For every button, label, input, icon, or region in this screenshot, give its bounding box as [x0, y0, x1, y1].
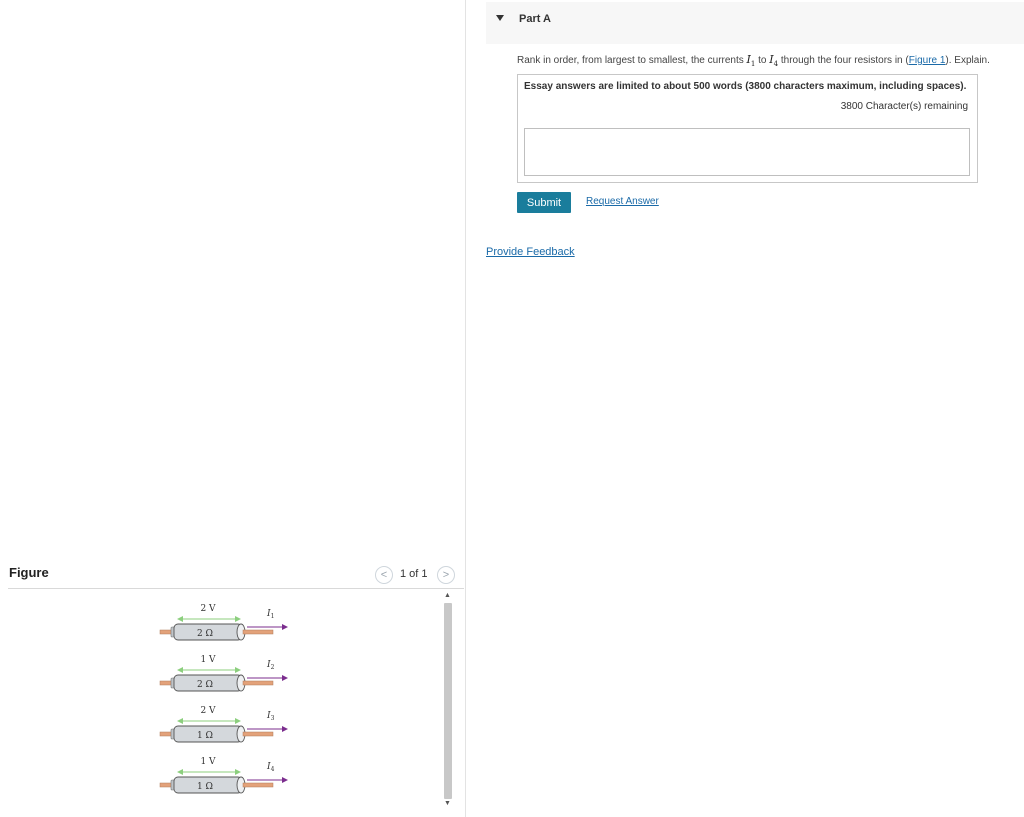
scroll-down-icon[interactable]: ▼ [444, 800, 451, 807]
scroll-up-icon[interactable]: ▲ [444, 592, 451, 599]
essay-answer-box: Essay answers are limited to about 500 w… [517, 74, 978, 183]
figure-pager-count: 1 of 1 [400, 568, 428, 580]
current-label: I2 [266, 660, 275, 671]
resistor-figure: 2 V 2 Ω I1 1 V 2 Ω I2 2 V 1 Ω I3 1 V 1 Ω I4 [159, 604, 288, 794]
voltage-label: 2 V [200, 706, 216, 716]
resistance-label: 1 Ω [197, 782, 213, 792]
right-wire [242, 680, 274, 686]
resistance-label: 2 Ω [197, 629, 213, 639]
essay-limit-note: Essay answers are limited to about 500 w… [524, 81, 967, 92]
figure-scrollbar[interactable]: ▲ ▼ [441, 590, 455, 812]
voltage-label: 1 V [200, 757, 216, 767]
panel-divider [465, 0, 466, 817]
figure-divider [8, 588, 464, 589]
part-title: Part A [519, 13, 551, 25]
right-wire [242, 629, 274, 635]
current-label: I1 [266, 609, 274, 620]
current-label: I3 [266, 711, 275, 722]
submit-button[interactable]: Submit [517, 192, 571, 213]
question-text: Rank in order, from largest to smallest,… [517, 53, 990, 69]
request-answer-link[interactable]: Request Answer [586, 196, 659, 207]
character-counter: 3800 Character(s) remaining [840, 101, 968, 112]
resistor-row: 2 V 1 Ω I3 [159, 706, 288, 743]
next-figure-button[interactable]: > [437, 566, 455, 584]
essay-textarea[interactable] [524, 128, 970, 176]
scrollbar-thumb[interactable] [444, 603, 452, 799]
resistor-row: 2 V 2 Ω I1 [159, 604, 288, 641]
voltage-label: 1 V [200, 655, 216, 665]
resistance-label: 2 Ω [197, 680, 213, 690]
resistor-row: 1 V 2 Ω I2 [159, 655, 288, 692]
right-wire [242, 731, 274, 737]
resistor-row: 1 V 1 Ω I4 [159, 757, 288, 794]
current-label: I4 [266, 762, 275, 773]
right-wire [242, 782, 274, 788]
previous-figure-button[interactable]: < [375, 566, 393, 584]
provide-feedback-link[interactable]: Provide Feedback [486, 246, 575, 258]
figure-link[interactable]: Figure 1 [909, 55, 946, 66]
figure-title: Figure [9, 565, 49, 580]
resistance-label: 1 Ω [197, 731, 213, 741]
voltage-label: 2 V [200, 604, 216, 614]
collapse-caret-icon[interactable] [496, 15, 504, 21]
part-a-header[interactable] [486, 2, 1024, 44]
